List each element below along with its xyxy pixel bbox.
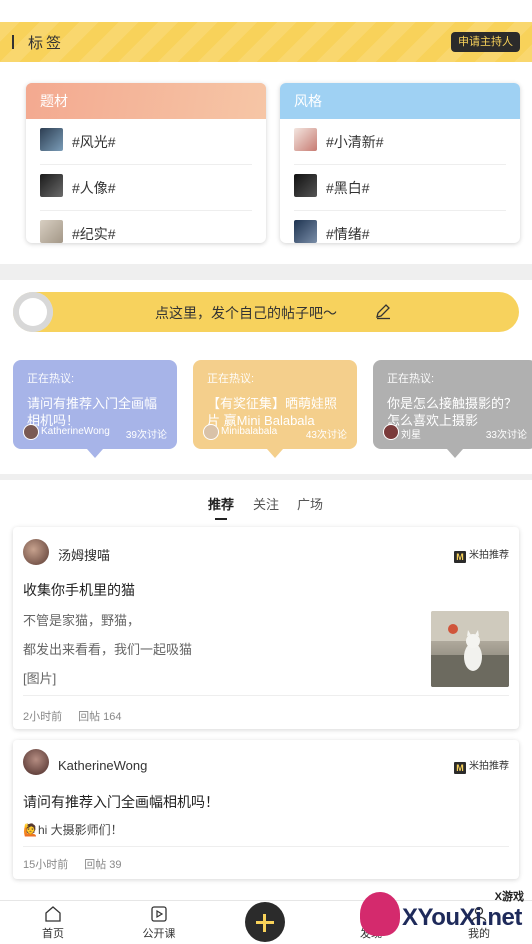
m-logo-icon: M <box>454 762 466 774</box>
category-card-subject: 题材 #风光# #人像# #纪实# <box>26 83 266 243</box>
nav-home[interactable]: 首页 <box>23 905 83 941</box>
hot-topic-title: 请问有推荐入门全画幅相机吗！ <box>27 396 158 428</box>
cat-photo-icon <box>431 611 509 687</box>
tab-following[interactable]: 关注 <box>253 494 279 513</box>
avatar[interactable] <box>23 539 49 565</box>
category-card-style: 风格 #小清新# #黑白# #情绪# <box>280 83 520 243</box>
tab-recommend[interactable]: 推荐 <box>208 494 234 520</box>
post-meta: 2小时前 回帖 164 <box>23 711 122 723</box>
m-logo-icon: M <box>454 551 466 563</box>
publish-plus-button[interactable] <box>245 902 285 942</box>
avatar <box>23 424 39 440</box>
watermark-text: XYouXi.net <box>402 904 522 931</box>
hot-topic-user: Minibalabala <box>221 426 278 437</box>
hot-topic-count: 39次讨论 <box>125 430 167 441</box>
tag-label: #情绪# <box>326 226 370 242</box>
tag-thumbnail <box>294 174 317 197</box>
nav-course[interactable]: 公开课 <box>129 905 189 941</box>
hot-topic-card[interactable]: 正在热议: 请问有推荐入门全画幅相机吗！ KatherineWong 39次讨论 <box>13 360 177 458</box>
tag-item[interactable]: #纪实# <box>40 211 252 243</box>
tag-label: #风光# <box>72 134 116 150</box>
home-icon <box>45 906 61 922</box>
post-text-line: [图片] <box>23 671 57 686</box>
site-watermark: X游戏 XYouXi.net <box>330 882 532 944</box>
category-header[interactable]: 风格 <box>280 83 520 119</box>
recommend-badge: M 米拍推荐 <box>454 757 509 774</box>
post-divider <box>23 846 509 847</box>
tag-item[interactable]: #黑白# <box>294 165 506 211</box>
video-icon <box>151 906 167 922</box>
create-post-label: 点这里，发个自己的帖子吧～ <box>155 305 337 321</box>
tag-thumbnail <box>294 128 317 151</box>
tag-label: #黑白# <box>326 180 370 196</box>
tag-item[interactable]: #小清新# <box>294 119 506 165</box>
gamepad-logo-icon <box>360 892 400 936</box>
page-title: 标签 <box>28 35 65 52</box>
tag-label: #人像# <box>72 180 116 196</box>
hot-topic-count: 43次讨论 <box>305 430 347 441</box>
post-text-line: 不管是家猫，野猫， <box>23 613 141 628</box>
tag-item[interactable]: #情绪# <box>294 211 506 243</box>
pencil-icon <box>376 304 390 320</box>
tag-thumbnail <box>294 220 317 243</box>
feed-post[interactable]: 汤姆搜喵 M 米拍推荐 收集你手机里的猫 不管是家猫，野猫， 都发出来看看，我们一… <box>13 527 519 729</box>
create-post-button[interactable]: 点这里，发个自己的帖子吧～ <box>13 292 519 332</box>
hot-topic-title: 【有奖征集】晒萌娃照片 赢Mini Balabala <box>207 396 338 428</box>
post-meta: 15小时前 回帖 39 <box>23 859 122 871</box>
hot-topic-card[interactable]: 正在热议: 【有奖征集】晒萌娃照片 赢Mini Balabala Minibal… <box>193 360 357 458</box>
tag-label: #小清新# <box>326 134 384 150</box>
hot-topic-user: KatherineWong <box>41 426 110 437</box>
tag-label: #纪实# <box>72 226 116 242</box>
post-title: 请问有推荐入门全画幅相机吗！ <box>23 794 219 810</box>
hot-topic-count: 33次讨论 <box>485 430 527 441</box>
hot-topic-user: 刘星 <box>401 430 421 441</box>
avatar <box>203 424 219 440</box>
header-accent-bar <box>12 35 14 49</box>
tag-item[interactable]: #风光# <box>40 119 252 165</box>
post-photo[interactable] <box>431 611 509 687</box>
post-text-line: 🙋hi 大摄影师们！ <box>23 823 123 837</box>
feed-tabs: 推荐 关注 广场 <box>0 494 532 520</box>
hot-topic-label: 正在热议: <box>387 373 435 385</box>
watermark-small-text: X游戏 <box>494 891 524 903</box>
tag-header: 标签 申请主持人 <box>0 22 532 62</box>
feed-post[interactable]: KatherineWong M 米拍推荐 请问有推荐入门全画幅相机吗！ 🙋hi 大… <box>13 740 519 879</box>
hot-topic-card[interactable]: 正在热议: 你是怎么接触摄影的？怎么喜欢上摄影 刘星 33次讨论 <box>373 360 532 458</box>
hot-topic-title: 你是怎么接触摄影的？怎么喜欢上摄影 <box>387 396 518 428</box>
section-divider <box>0 474 532 480</box>
post-divider <box>23 695 509 696</box>
section-divider <box>0 264 532 280</box>
tag-thumbnail <box>40 174 63 197</box>
hot-topic-label: 正在热议: <box>207 373 255 385</box>
tag-item[interactable]: #人像# <box>40 165 252 211</box>
toggle-knob <box>13 292 53 332</box>
post-author[interactable]: KatherineWong <box>58 758 147 773</box>
hot-topic-label: 正在热议: <box>27 373 75 385</box>
tag-thumbnail <box>40 220 63 243</box>
tag-thumbnail <box>40 128 63 151</box>
apply-host-button[interactable]: 申请主持人 <box>451 32 520 52</box>
post-author[interactable]: 汤姆搜喵 <box>58 545 110 564</box>
tab-square[interactable]: 广场 <box>297 494 323 513</box>
avatar[interactable] <box>23 749 49 775</box>
post-title: 收集你手机里的猫 <box>23 582 135 598</box>
recommend-badge: M 米拍推荐 <box>454 546 509 563</box>
avatar <box>383 424 399 440</box>
post-text-line: 都发出来看看，我们一起吸猫 <box>23 642 193 657</box>
category-header[interactable]: 题材 <box>26 83 266 119</box>
